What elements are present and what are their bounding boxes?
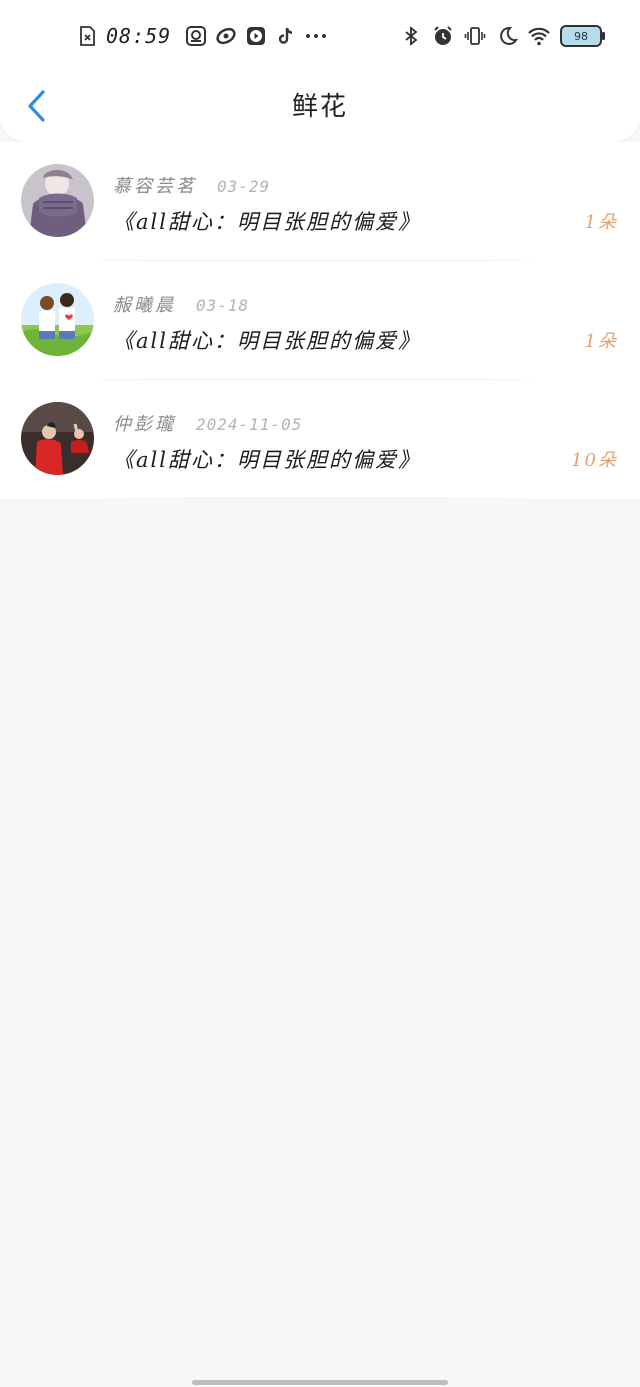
book-title[interactable]: 《all甜心：明目张胆的偏爱》	[113, 325, 421, 355]
page-title: 鲜花	[291, 92, 348, 122]
item-date: 2024-11-05	[196, 415, 303, 434]
avatar[interactable]	[21, 164, 94, 237]
flower-list: 慕容芸茗 03-29 《all甜心：明目张胆的偏爱》 1朵 赧曦晨 03-18	[0, 142, 640, 499]
bluetooth-icon	[400, 25, 422, 47]
search-app-icon	[185, 25, 207, 47]
avatar-stage-performers	[21, 402, 94, 475]
book-title[interactable]: 《all甜心：明目张胆的偏爱》	[113, 444, 421, 474]
divider	[100, 498, 532, 499]
book-title[interactable]: 《all甜心：明目张胆的偏爱》	[113, 206, 421, 236]
list-item[interactable]: 仲彭瓏 2024-11-05 《all甜心：明目张胆的偏爱》 10朵	[0, 380, 640, 499]
list-item[interactable]: 赧曦晨 03-18 《all甜心：明目张胆的偏爱》 1朵	[0, 261, 640, 380]
meta-line: 仲彭瓏 2024-11-05	[113, 410, 302, 436]
item-date: 03-29	[217, 177, 271, 196]
avatar[interactable]	[21, 283, 94, 356]
avatar-cartoon-couple	[21, 283, 94, 356]
status-left: 08:59	[76, 22, 327, 50]
vibrate-icon	[464, 25, 486, 47]
sim-off-icon	[76, 25, 98, 47]
user-name[interactable]: 仲彭瓏	[113, 410, 176, 436]
more-dots-icon	[305, 25, 327, 47]
home-indicator[interactable]	[192, 1380, 448, 1385]
item-date: 03-18	[196, 296, 250, 315]
battery-indicator: 98	[560, 25, 605, 47]
header-card: 08:59 98 鲜花	[0, 0, 640, 142]
status-right: 98	[400, 22, 605, 50]
flower-count: 10朵	[571, 450, 618, 471]
orbit-app-icon	[215, 25, 237, 47]
meta-line: 慕容芸茗 03-29	[113, 172, 270, 198]
flower-count: 1朵	[584, 212, 618, 233]
wifi-icon	[528, 25, 550, 47]
user-name[interactable]: 慕容芸茗	[113, 172, 197, 198]
tiktok-icon	[275, 25, 297, 47]
flower-count: 1朵	[584, 331, 618, 352]
alarm-icon	[432, 25, 454, 47]
nav-bar: 鲜花	[0, 78, 640, 136]
video-app-icon	[245, 25, 267, 47]
meta-line: 赧曦晨 03-18	[113, 291, 249, 317]
moon-icon	[496, 25, 518, 47]
avatar[interactable]	[21, 402, 94, 475]
status-time: 08:59	[106, 24, 172, 48]
user-name[interactable]: 赧曦晨	[113, 291, 176, 317]
avatar-scarf-person	[21, 164, 94, 237]
status-bar: 08:59 98	[0, 0, 640, 70]
list-item[interactable]: 慕容芸茗 03-29 《all甜心：明目张胆的偏爱》 1朵	[0, 142, 640, 261]
